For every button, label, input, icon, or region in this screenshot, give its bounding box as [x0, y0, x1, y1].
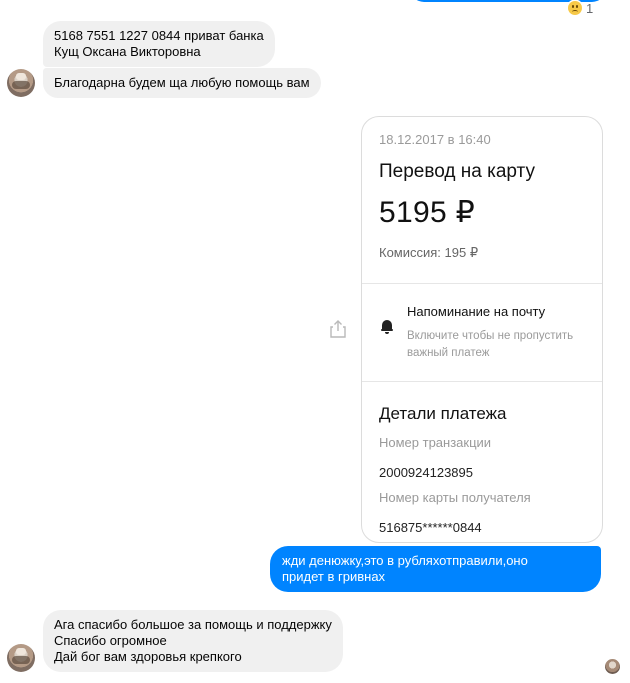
recipient-card-label: Номер карты получателя: [379, 490, 531, 505]
crying-face-icon: [568, 1, 582, 15]
incoming-message-thanks[interactable]: Благодарна будем ща любую помощь вам: [43, 68, 321, 98]
message-line: Дай бог вам здоровья крепкого: [54, 649, 242, 664]
message-line: Ага спасибо большое за помощь и поддержк…: [54, 617, 332, 632]
message-line: придет в гривнах: [282, 569, 386, 584]
payment-fee: Комиссия: 195 ₽: [379, 245, 479, 260]
payment-title: Перевод на карту: [379, 161, 535, 182]
avatar[interactable]: [7, 644, 35, 672]
message-line: жди денюжку,это в рубляхотправили,оно: [282, 553, 528, 568]
message-line: Благодарна будем ща любую помощь вам: [54, 75, 310, 90]
transaction-value: 2000924123895: [379, 465, 473, 480]
payment-details-heading: Детали платежа: [379, 404, 507, 423]
reminder-subtitle: Включите чтобы не пропустить важный плат…: [407, 330, 574, 359]
incoming-message-gratitude[interactable]: Ага спасибо большое за помощь и поддержк…: [43, 610, 343, 672]
message-line: Кущ Оксана Викторовна: [54, 44, 201, 59]
recipient-card-value: 516875******0844: [379, 520, 482, 535]
message-line: Спасибо огромное: [54, 633, 167, 648]
seen-avatar: [605, 659, 620, 674]
avatar[interactable]: [7, 69, 35, 97]
divider: [362, 283, 602, 284]
payment-date: 18.12.2017 в 16:40: [379, 132, 491, 147]
reminder-title[interactable]: Напоминание на почту: [407, 304, 545, 319]
divider: [362, 381, 602, 382]
reaction-count: 1: [586, 0, 594, 16]
incoming-message-card-number[interactable]: 5168 7551 1227 0844 приват банка Кущ Окс…: [43, 21, 275, 67]
message-line: 5168 7551 1227 0844 приват банка: [54, 28, 264, 43]
transaction-label: Номер транзакции: [379, 435, 492, 450]
bell-icon: [381, 320, 393, 334]
reaction-badge[interactable]: 1: [568, 0, 593, 16]
share-icon[interactable]: [330, 320, 346, 338]
payment-amount: 5195 ₽: [379, 196, 475, 229]
payment-receipt-card[interactable]: 18.12.2017 в 16:40 Перевод на карту 5195…: [361, 116, 603, 543]
outgoing-message[interactable]: жди денюжку,это в рубляхотправили,оно пр…: [270, 546, 601, 592]
